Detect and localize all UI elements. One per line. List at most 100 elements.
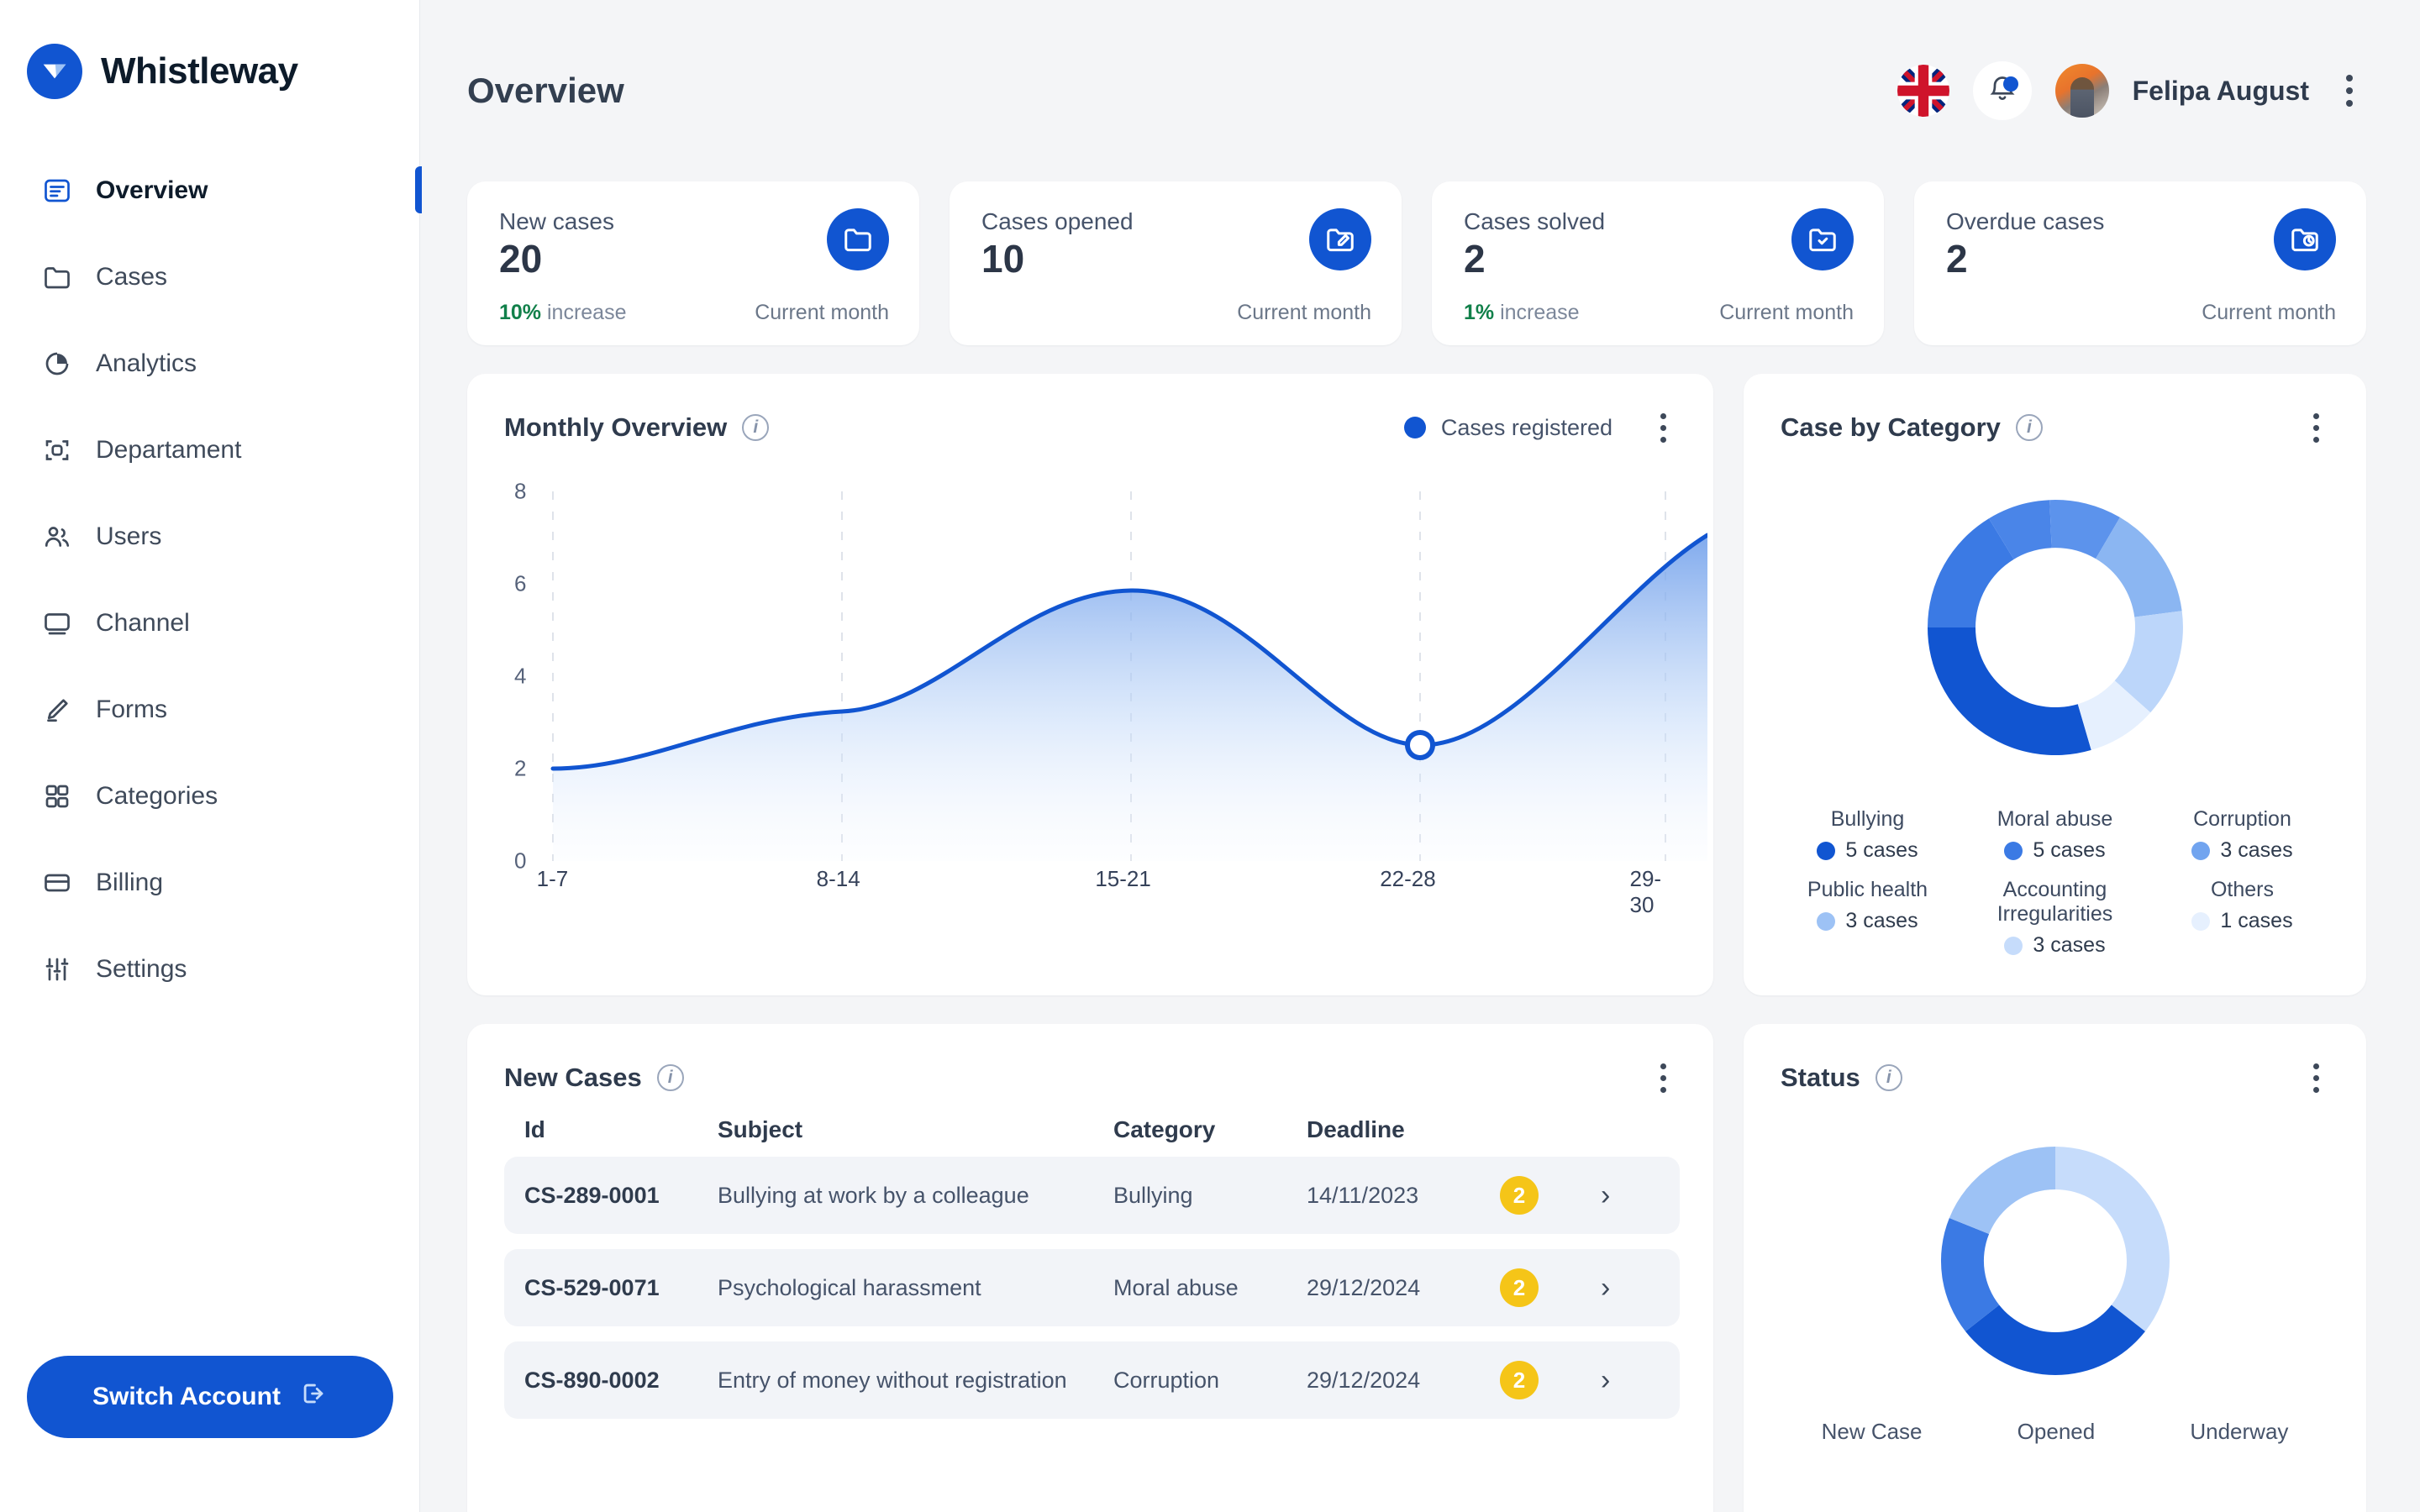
donut-segments	[1927, 500, 2183, 756]
sidebar-item-channel[interactable]: Channel	[0, 597, 420, 649]
monthly-overview-panel: Monthly Overview i Cases registered 8 6 …	[467, 374, 1713, 995]
x-tick: 22-28	[1380, 866, 1436, 891]
header-kebab-menu-icon[interactable]	[2333, 74, 2366, 108]
monthly-kebab-menu-icon[interactable]	[1646, 411, 1680, 444]
table-row[interactable]: CS-529-0071 Psychological harassment Mor…	[504, 1249, 1680, 1326]
topbar: Overview Felipa August	[467, 0, 2366, 181]
sidebar-item-forms[interactable]: Forms	[0, 684, 420, 736]
avatar[interactable]	[2054, 64, 2109, 118]
legend-value: 1 cases	[2220, 909, 2293, 932]
sidebar-item-billing[interactable]: Billing	[0, 857, 420, 909]
stat-delta-value: 1%	[1464, 301, 1495, 324]
legend-swatch	[2191, 841, 2211, 860]
column-header-deadline: Deadline	[1307, 1116, 1405, 1142]
notifications-button[interactable]	[1972, 61, 2032, 120]
legend-label: Accounting Irregularities	[1996, 878, 2113, 926]
legend-label: New Case	[1821, 1419, 1923, 1444]
legend-swatch	[2191, 911, 2211, 931]
sidebar-item-label: Categories	[96, 782, 218, 810]
slice-underway	[2054, 1147, 2170, 1331]
user-name: Felipa August	[2132, 75, 2309, 106]
slice-remaining	[1949, 1147, 2055, 1235]
sidebar-item-departament[interactable]: Departament	[0, 424, 420, 476]
legend-item: Bullying 5 cases	[1774, 807, 1961, 863]
legend-swatch	[2004, 936, 2023, 955]
sidebar-item-cases[interactable]: Cases	[0, 251, 420, 303]
y-axis-labels: 8 6 4 2 0	[514, 479, 548, 874]
legend-label: Bullying	[1830, 807, 1905, 831]
stat-value: 2	[1946, 237, 1968, 281]
legend-value: 3 cases	[1845, 909, 1918, 932]
sidebar-item-users[interactable]: Users	[0, 511, 420, 563]
cell-subject: Bullying at work by a colleague	[718, 1182, 1029, 1208]
cell-subject: Entry of money without registration	[718, 1367, 1067, 1393]
switch-account-wrap: Switch Account	[27, 1356, 393, 1438]
stat-period: Current month	[1237, 301, 1371, 324]
status-badge: 2	[1500, 1268, 1539, 1307]
stat-label: New cases	[499, 208, 614, 234]
stat-value: 2	[1464, 237, 1486, 281]
folder-edit-icon	[1309, 208, 1371, 270]
table-row[interactable]: CS-890-0002 Entry of money without regis…	[504, 1341, 1680, 1419]
sidebar-item-label: Overview	[96, 176, 208, 204]
x-tick: 29-30	[1629, 866, 1662, 917]
status-kebab-menu-icon[interactable]	[2299, 1061, 2333, 1095]
table-row[interactable]: CS-289-0001 Bullying at work by a collea…	[504, 1157, 1680, 1234]
sidebar-item-label: Forms	[96, 696, 167, 723]
info-icon[interactable]: i	[1875, 1064, 1902, 1091]
stat-label: Cases solved	[1464, 208, 1606, 234]
y-tick: 2	[514, 755, 527, 781]
chevron-right-icon[interactable]: ›	[1601, 1179, 1610, 1211]
stat-label: Cases opened	[981, 208, 1134, 234]
legend-label: Public health	[1807, 878, 1928, 901]
area-fill	[553, 535, 1707, 861]
cell-category: Moral abuse	[1113, 1274, 1239, 1300]
slice-opened	[1965, 1305, 2145, 1375]
legend-value: 5 cases	[1845, 838, 1918, 862]
x-tick: 1-7	[536, 866, 569, 891]
legend-swatch	[2004, 841, 2023, 860]
pencil-icon	[40, 693, 74, 727]
sidebar-item-categories[interactable]: Categories	[0, 770, 420, 822]
tables-row: New Cases i Id Subject Category Deadline	[467, 1024, 2366, 1512]
folder-check-icon	[1791, 208, 1854, 270]
sidebar-item-label: Departament	[96, 436, 242, 464]
stat-delta-text: increase	[1500, 301, 1580, 324]
legend-swatch	[1817, 841, 1836, 860]
legend-item: Accounting Irregularities 3 cases	[1961, 878, 2149, 958]
stat-value: 20	[499, 237, 543, 281]
x-tick: 15-21	[1095, 866, 1151, 891]
y-tick: 0	[514, 848, 527, 874]
chevron-right-icon[interactable]: ›	[1601, 1364, 1610, 1396]
status-donut-chart	[1744, 1095, 2366, 1404]
uk-flag-icon[interactable]	[1897, 65, 1949, 117]
new-cases-table: Id Subject Category Deadline CS-289-0001…	[467, 1095, 1713, 1419]
info-icon[interactable]: i	[742, 414, 770, 441]
info-icon[interactable]: i	[2015, 414, 2043, 441]
legend-item: Moral abuse 5 cases	[1961, 807, 2149, 863]
folder-icon	[40, 260, 74, 294]
stat-card-cases-solved: Cases solved 2 1% increase Current month	[1432, 181, 1884, 345]
main-content: Overview Felipa August New cases 20 10% …	[420, 0, 2420, 1512]
stat-label: Overdue cases	[1946, 208, 2105, 234]
category-kebab-menu-icon[interactable]	[2299, 411, 2333, 444]
legend-label: Corruption	[2193, 807, 2291, 831]
column-header-category: Category	[1113, 1116, 1216, 1142]
sidebar-item-settings[interactable]: Settings	[0, 943, 420, 995]
info-icon[interactable]: i	[656, 1064, 684, 1091]
sidebar-item-overview[interactable]: Overview	[0, 165, 422, 217]
switch-account-button[interactable]: Switch Account	[27, 1356, 393, 1438]
sidebar-item-label: Settings	[96, 955, 187, 983]
chevron-right-icon[interactable]: ›	[1601, 1272, 1610, 1304]
new-cases-kebab-menu-icon[interactable]	[1646, 1061, 1680, 1095]
legend-value: 3 cases	[2220, 838, 2293, 862]
sidebar-item-analytics[interactable]: Analytics	[0, 338, 420, 390]
overview-icon	[40, 174, 74, 207]
cell-deadline: 29/12/2024	[1307, 1274, 1421, 1300]
folder-icon	[827, 208, 889, 270]
cell-deadline: 29/12/2024	[1307, 1367, 1421, 1393]
status-badge: 2	[1500, 1176, 1539, 1215]
cell-subject: Psychological harassment	[718, 1274, 981, 1300]
users-icon	[40, 520, 74, 554]
dashboard-root: Whistleway Overview Cases Analytics Depa…	[0, 0, 2420, 1512]
